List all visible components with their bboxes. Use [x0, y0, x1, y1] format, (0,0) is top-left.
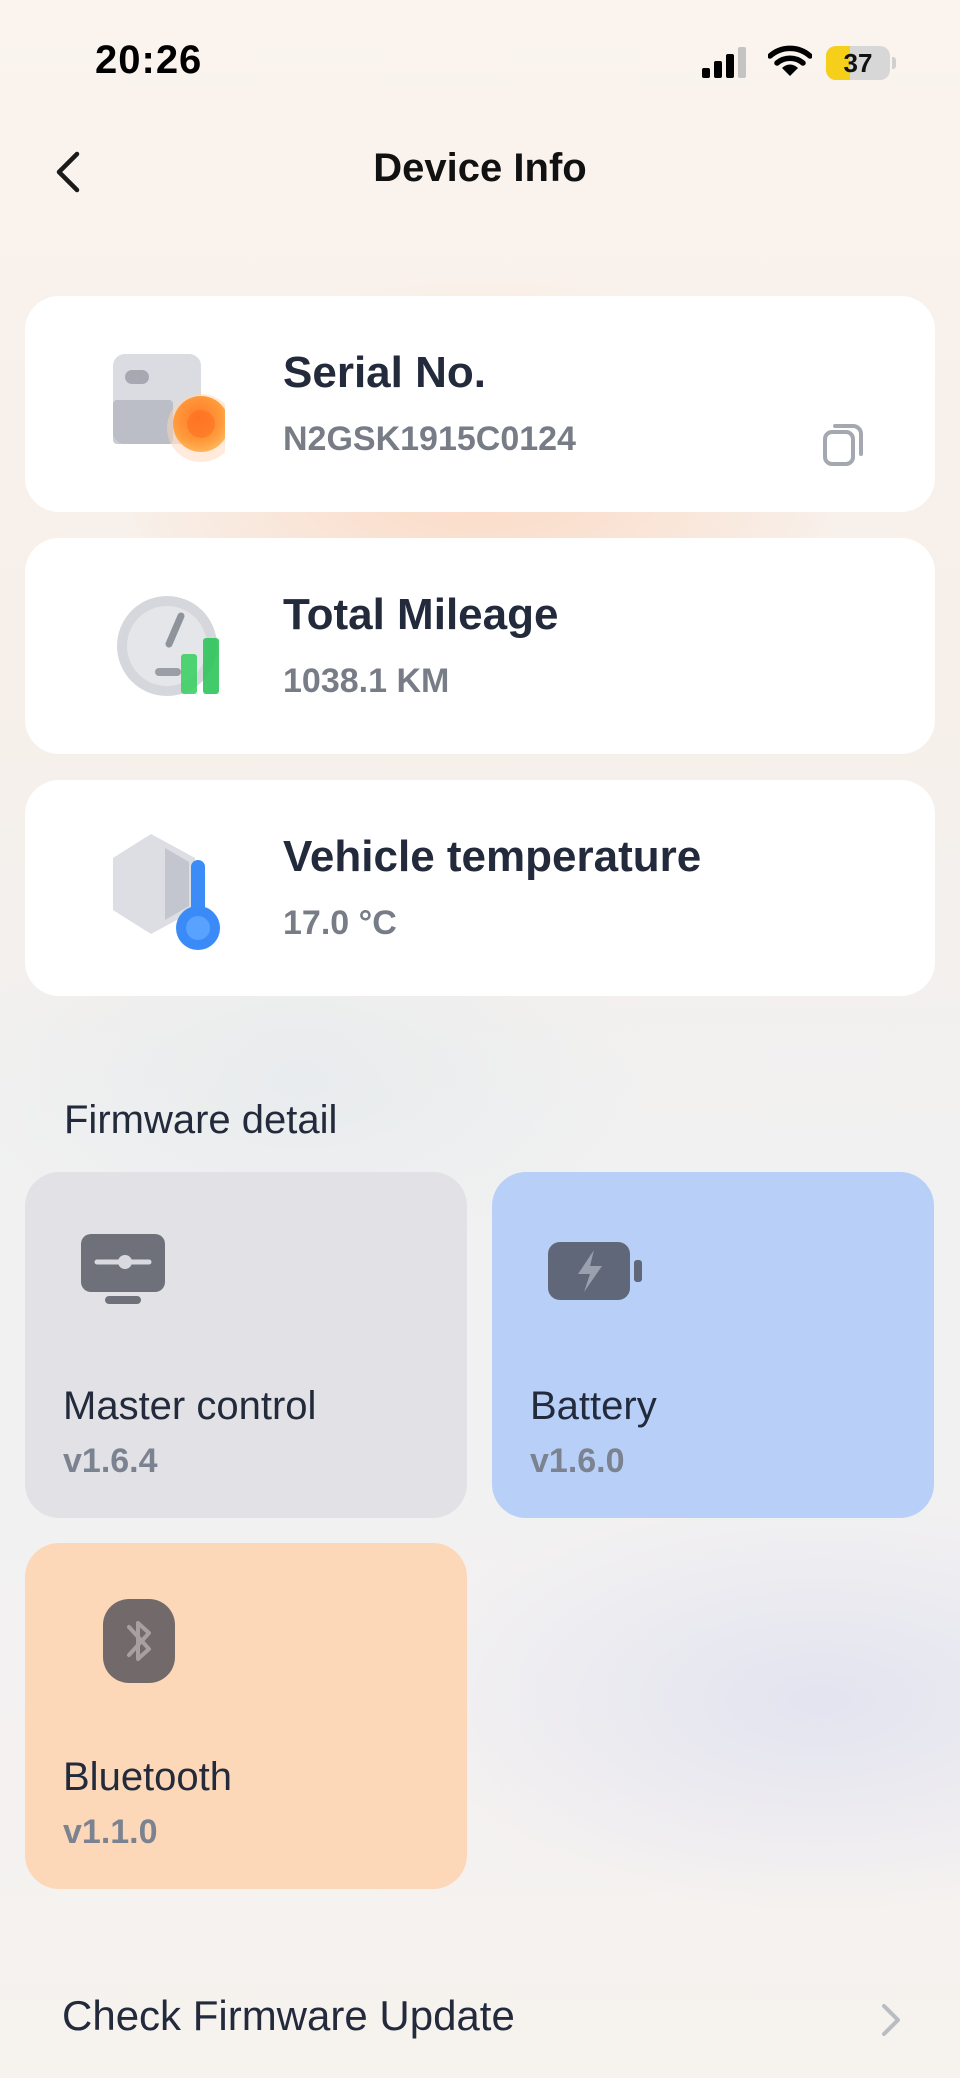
- copy-icon[interactable]: [815, 414, 875, 474]
- check-firmware-update-label: Check Firmware Update: [62, 1992, 515, 2039]
- bluetooth-icon: [103, 1599, 175, 1683]
- wifi-icon: [768, 45, 812, 76]
- battery-icon: 37: [826, 46, 896, 80]
- monitor-icon: [81, 1234, 165, 1304]
- fw-card-bluetooth[interactable]: Bluetooth v1.1.0: [25, 1543, 467, 1889]
- mileage-gauge-icon: [117, 596, 219, 696]
- firmware-heading: Firmware detail: [64, 1098, 338, 1142]
- temperature-label: Vehicle temperature: [283, 832, 702, 881]
- fw-card-master-control[interactable]: Master control v1.6.4: [25, 1172, 467, 1518]
- nav-bar: Device Info: [0, 120, 960, 224]
- mileage-value: 1038.1 KM: [283, 662, 450, 700]
- battery-level: 37: [843, 48, 873, 78]
- serial-label: Serial No.: [283, 348, 486, 397]
- chevron-right-icon: [882, 2004, 900, 2036]
- signal-icon: [702, 47, 746, 78]
- status-bar: 20:26 37: [0, 0, 960, 120]
- temperature-card: Vehicle temperature 17.0 °C: [25, 780, 935, 996]
- fw-name: Master control: [63, 1384, 317, 1428]
- fw-version: v1.6.4: [63, 1442, 158, 1480]
- fw-version: v1.1.0: [63, 1813, 158, 1851]
- mileage-label: Total Mileage: [283, 590, 559, 639]
- status-time: 20:26: [95, 38, 203, 82]
- fw-card-battery[interactable]: Battery v1.6.0: [492, 1172, 934, 1518]
- page-title: Device Info: [373, 146, 587, 190]
- serial-card-icon: [113, 354, 225, 462]
- mileage-card: Total Mileage 1038.1 KM: [25, 538, 935, 754]
- fw-name: Bluetooth: [63, 1755, 233, 1799]
- thermometer-icon: [113, 834, 220, 950]
- fw-name: Battery: [530, 1384, 657, 1428]
- serial-value: N2GSK1915C0124: [283, 420, 576, 458]
- fw-version: v1.6.0: [530, 1442, 625, 1480]
- battery-bolt-icon: [548, 1242, 642, 1300]
- serial-card: Serial No. N2GSK1915C0124: [25, 296, 935, 512]
- temperature-value: 17.0 °C: [283, 904, 397, 942]
- check-firmware-update-button[interactable]: Check Firmware Update: [0, 1960, 960, 2070]
